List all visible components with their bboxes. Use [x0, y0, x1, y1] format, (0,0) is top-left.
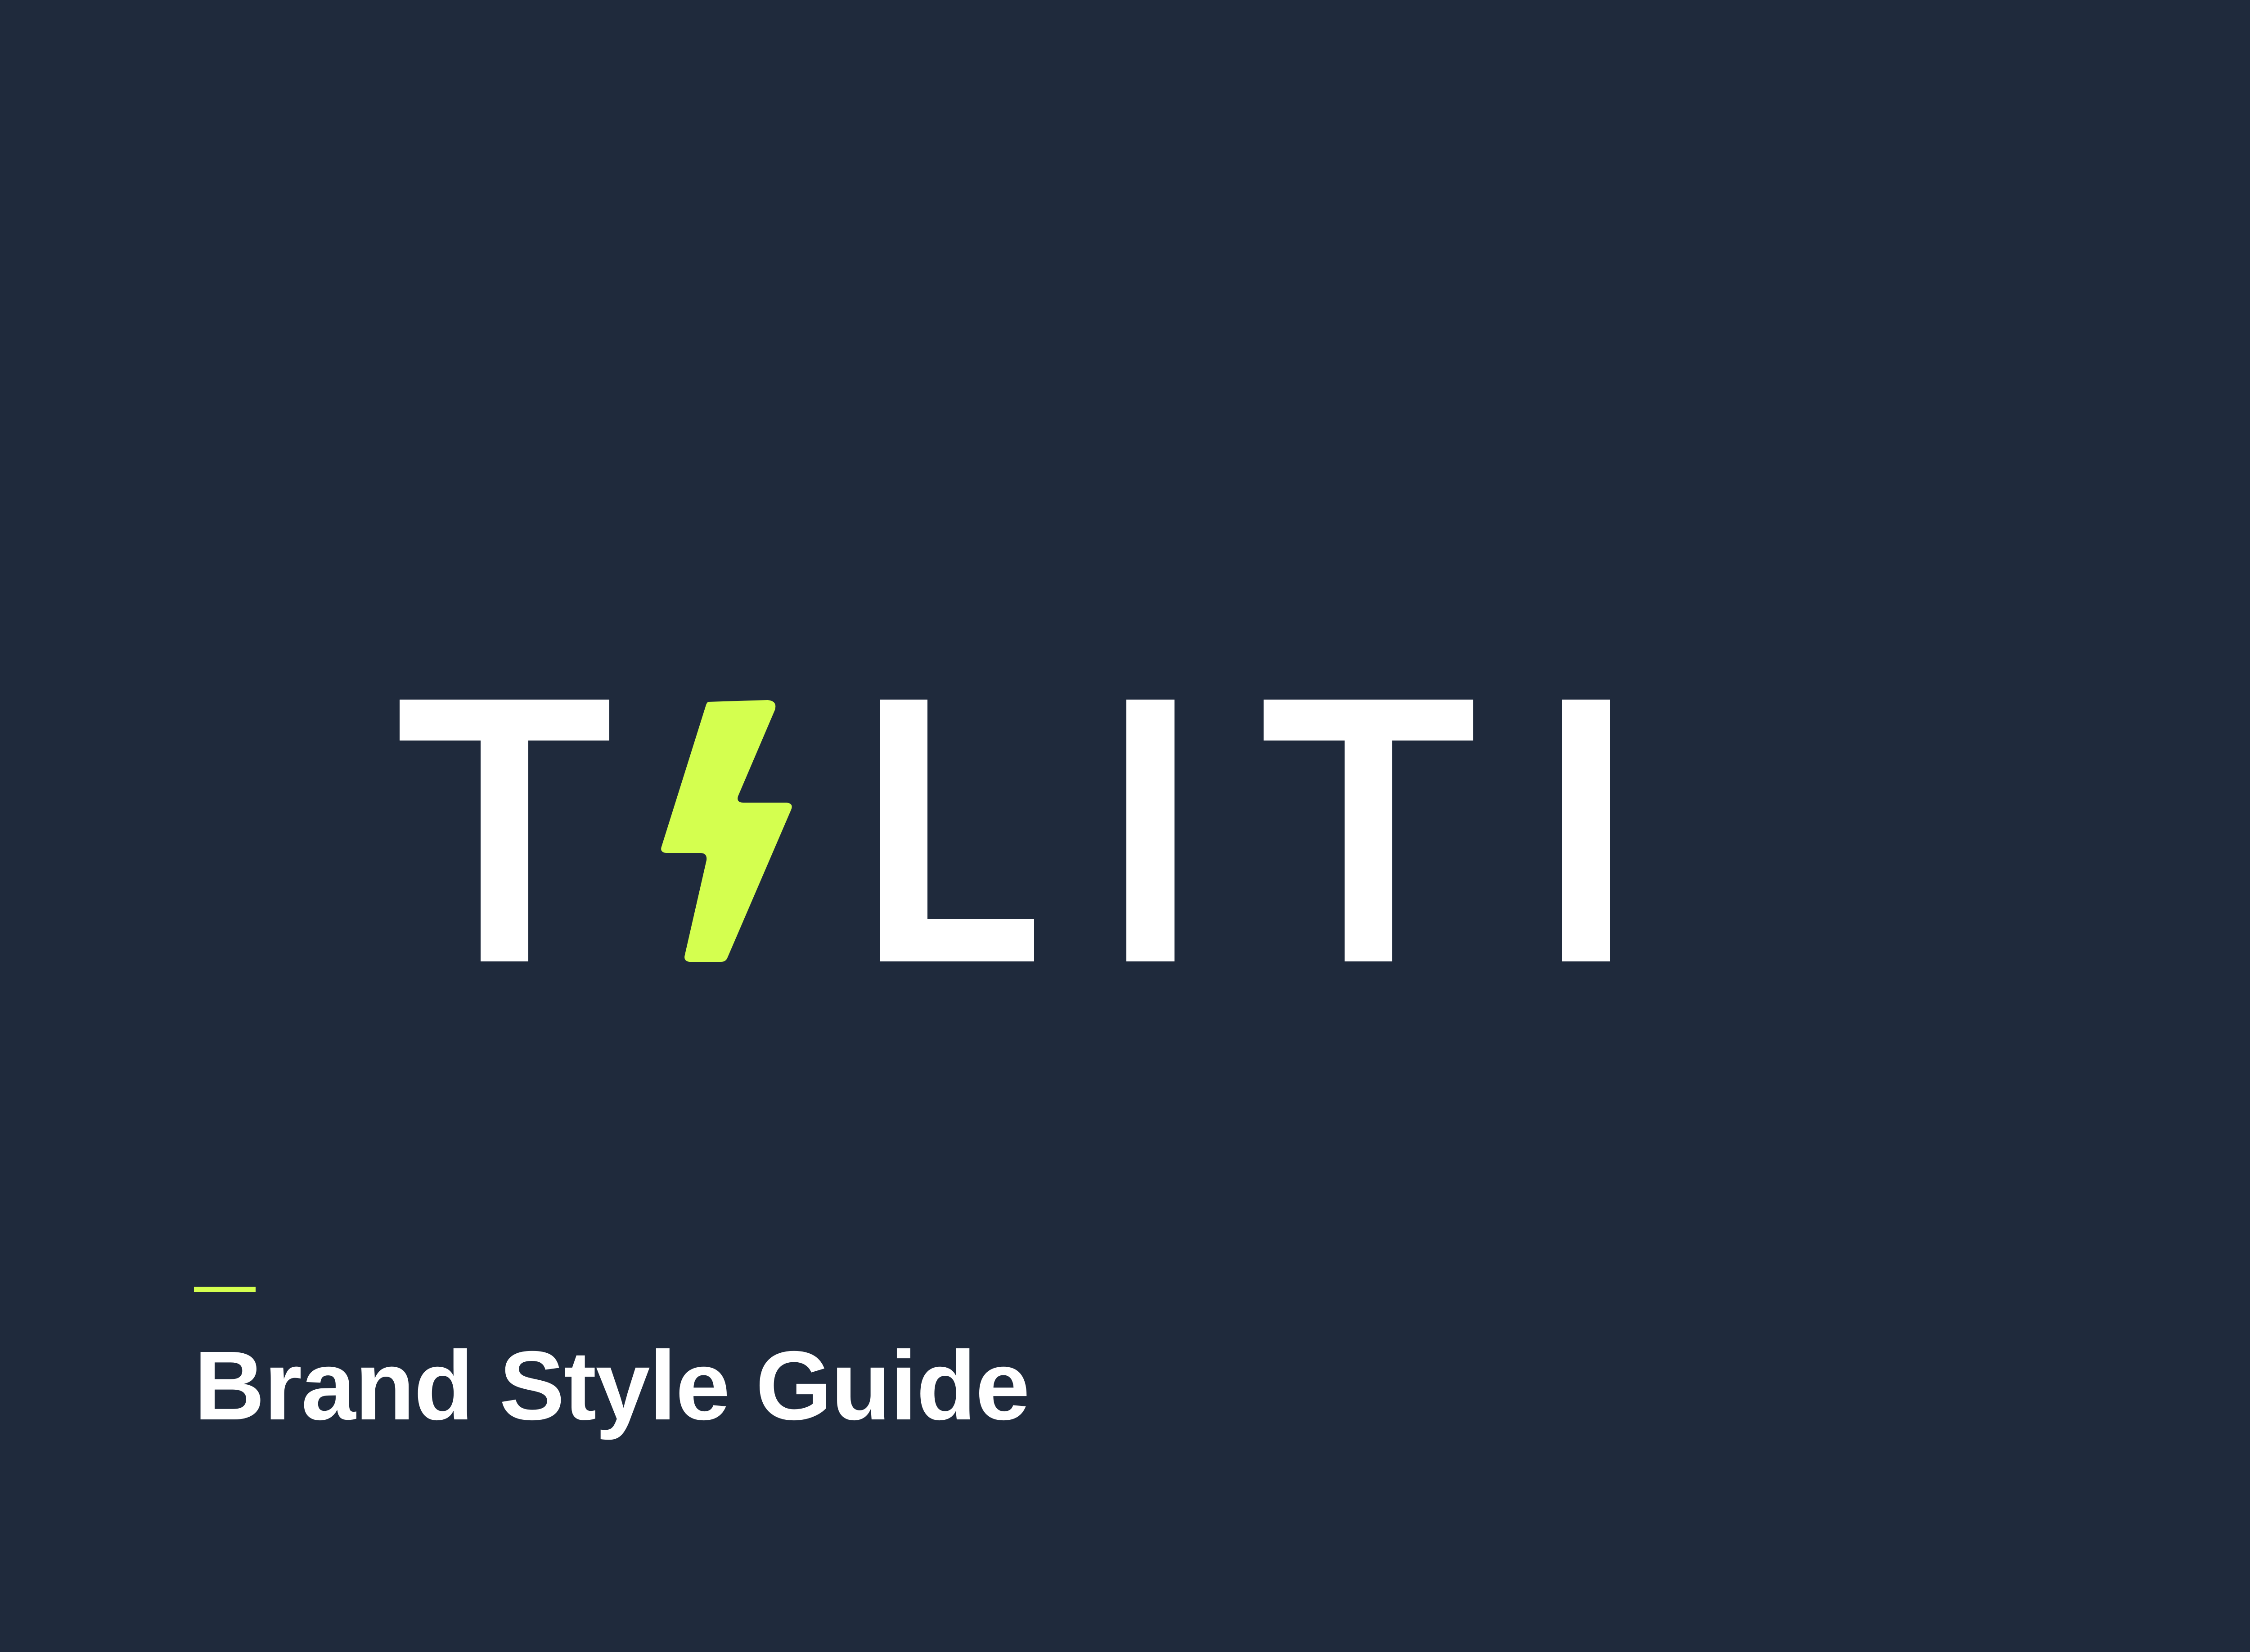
wordmark-letter-l [880, 700, 1034, 961]
wordmark-letter-i1 [1126, 700, 1174, 961]
page-subtitle: Brand Style Guide [194, 1331, 1030, 1441]
wordmark-letter-t2 [1264, 700, 1473, 961]
lightning-bolt-icon [661, 700, 792, 962]
accent-rule [194, 1287, 256, 1292]
wordmark-letter-i2 [1562, 700, 1610, 961]
wordmark-letter-t1 [400, 700, 609, 961]
